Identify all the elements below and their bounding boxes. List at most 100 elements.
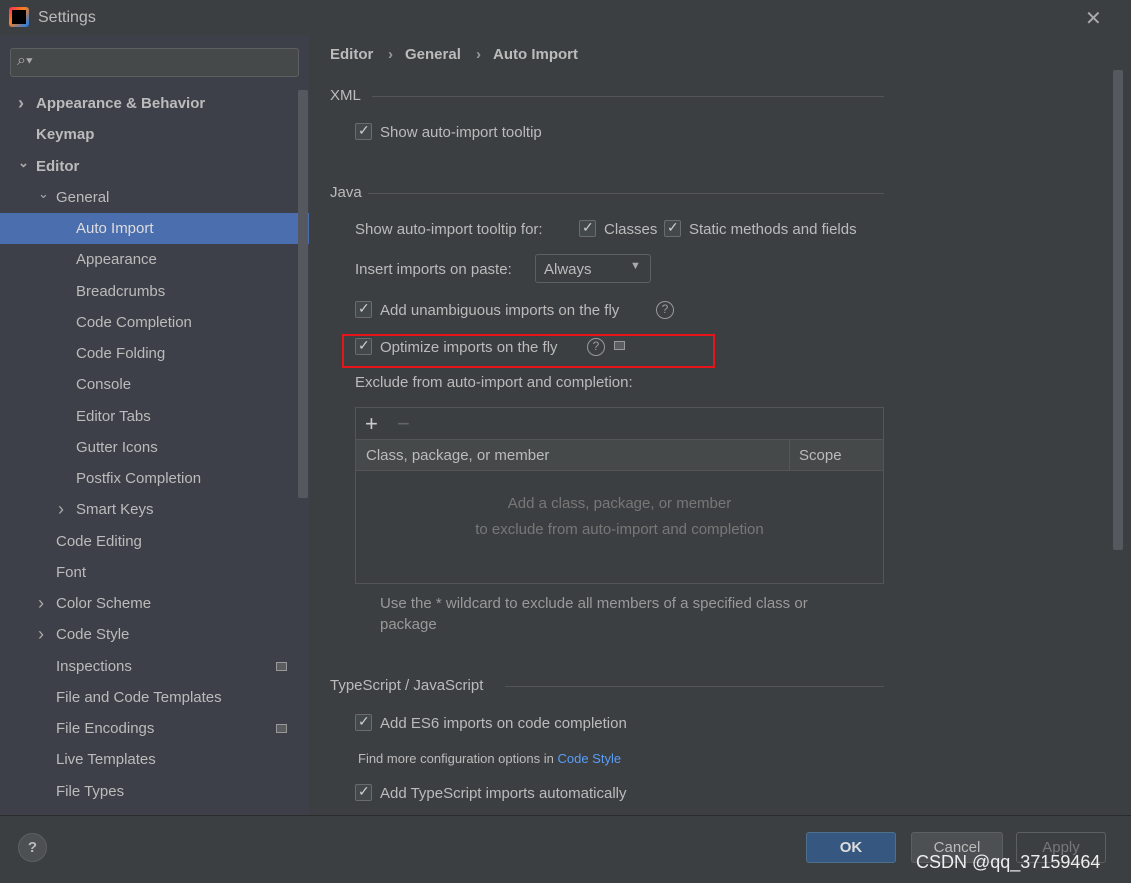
typescript-imports-checkbox[interactable] — [355, 783, 372, 801]
sidebar-item-label: Code Editing — [56, 532, 142, 550]
exclude-table: + − Class, package, or member Scope Add … — [355, 407, 884, 584]
sidebar-item-gutter-icons[interactable]: Gutter Icons — [0, 432, 309, 463]
chevron-down-icon[interactable]: ⌄ — [18, 147, 29, 178]
sidebar-item-general[interactable]: ⌄ General — [0, 182, 309, 213]
sidebar-item-code-editing[interactable]: Code Editing — [0, 526, 309, 557]
section-typescript: TypeScript / JavaScript — [330, 677, 484, 694]
sidebar-item-label: Keymap — [36, 126, 95, 144]
sidebar-item-breadcrumbs[interactable]: Breadcrumbs — [0, 276, 309, 307]
sidebar-item-code-folding[interactable]: Code Folding — [0, 338, 309, 369]
sidebar-item-auto-import[interactable]: Auto Import — [0, 213, 309, 244]
sidebar-item-font[interactable]: Font — [0, 557, 309, 588]
ok-button[interactable]: OK — [806, 832, 896, 863]
sidebar-item-label: File and Code Templates — [56, 688, 222, 706]
checkbox-label: Optimize imports on the fly — [380, 339, 558, 356]
sidebar-scrollbar[interactable] — [298, 90, 308, 498]
watermark: CSDN @qq_37159464 — [916, 852, 1101, 872]
code-style-link[interactable]: Code Style — [557, 751, 621, 766]
sidebar-item-console[interactable]: Console — [0, 369, 309, 400]
unambiguous-checkbox[interactable] — [355, 300, 372, 318]
breadcrumb-general[interactable]: General — [405, 46, 461, 63]
breadcrumb-editor[interactable]: Editor — [330, 46, 373, 63]
project-settings-icon — [614, 341, 625, 350]
sidebar-item-color-scheme[interactable]: › Color Scheme — [0, 588, 309, 619]
remove-icon[interactable]: − — [397, 411, 410, 437]
sidebar-item-code-style[interactable]: › Code Style — [0, 619, 309, 650]
exclude-label: Exclude from auto-import and completion: — [355, 374, 633, 391]
section-xml: XML — [330, 87, 361, 104]
content-scrollbar[interactable] — [1113, 70, 1123, 550]
tooltip-for-label: Show auto-import tooltip for: — [355, 221, 543, 238]
table-header: Class, package, or member Scope — [356, 440, 883, 471]
sidebar-item-inspections[interactable]: Inspections — [0, 651, 309, 682]
checkbox-label: Add ES6 imports on code completion — [380, 715, 627, 732]
sidebar-item-label: Code Completion — [76, 313, 192, 331]
breadcrumb-separator: › — [476, 46, 481, 63]
sidebar-item-code-completion[interactable]: Code Completion — [0, 307, 309, 338]
sidebar-item-postfix-completion[interactable]: Postfix Completion — [0, 463, 309, 494]
sidebar-item-label: Postfix Completion — [76, 470, 202, 487]
chevron-right-icon[interactable]: › — [18, 88, 24, 119]
sidebar-item-label: Auto Import — [76, 220, 154, 237]
checkbox-label: Add unambiguous imports on the fly — [380, 302, 620, 319]
column-header-member[interactable]: Class, package, or member — [366, 447, 549, 464]
sidebar-item-smart-keys[interactable]: › Smart Keys — [0, 494, 309, 525]
sidebar-item-label: Console — [76, 376, 132, 394]
divider — [505, 686, 884, 687]
sidebar-item-appearance[interactable]: Appearance — [0, 244, 309, 275]
add-icon[interactable]: + — [365, 411, 378, 437]
sidebar-item-file-encodings[interactable]: File Encodings — [0, 713, 309, 744]
sidebar-item-editor-tabs[interactable]: Editor Tabs — [0, 401, 309, 432]
sidebar-item-label: Appearance & Behavior — [36, 95, 206, 112]
dialog-footer: ? OK Cancel Apply CSDN @qq_37159464 — [0, 815, 1131, 883]
project-settings-icon — [276, 661, 287, 671]
intellij-logo-icon — [9, 7, 29, 27]
chevron-right-icon[interactable]: › — [38, 619, 44, 650]
search-icon: ⌕▾ — [17, 52, 33, 69]
optimize-imports-checkbox[interactable] — [355, 337, 372, 355]
sidebar-item-appearance-behavior[interactable]: › Appearance & Behavior — [0, 88, 309, 119]
sidebar-item-file-and-code-templates[interactable]: File and Code Templates — [0, 682, 309, 713]
divider — [372, 96, 884, 97]
dropdown-value: Always — [544, 261, 592, 278]
sidebar-item-label: Smart Keys — [76, 501, 154, 519]
sidebar-item-label: Editor Tabs — [76, 407, 151, 425]
chevron-down-icon[interactable]: ⌄ — [38, 178, 49, 209]
checkbox-label: Show auto-import tooltip — [380, 124, 542, 141]
chevron-right-icon[interactable]: › — [58, 494, 64, 525]
sidebar-item-keymap[interactable]: Keymap — [0, 119, 309, 150]
help-icon[interactable]: ? — [656, 301, 674, 319]
help-button[interactable]: ? — [18, 833, 47, 862]
sidebar-item-label: Code Folding — [76, 345, 166, 362]
hint-text: package — [380, 616, 437, 633]
sidebar-item-file-types[interactable]: File Types — [0, 776, 309, 807]
help-icon[interactable]: ? — [587, 338, 605, 356]
static-methods-checkbox[interactable] — [664, 219, 681, 237]
close-icon[interactable]: ✕ — [1085, 6, 1102, 31]
checkbox-label: Classes — [604, 221, 658, 238]
sidebar-item-label: File Types — [56, 782, 125, 800]
insert-imports-dropdown[interactable]: Always ▼ — [535, 254, 651, 283]
breadcrumb-auto-import: Auto Import — [493, 46, 578, 63]
sidebar-item-label: Appearance — [76, 251, 157, 269]
search-input[interactable]: ⌕▾ — [10, 48, 299, 77]
show-tooltip-checkbox[interactable] — [355, 122, 372, 140]
sidebar-item-label: Font — [56, 563, 87, 581]
hint-text: Use the * wildcard to exclude all member… — [380, 595, 808, 612]
sidebar-item-label: Live Templates — [56, 751, 156, 769]
es6-imports-checkbox[interactable] — [355, 713, 372, 731]
sidebar-item-live-templates[interactable]: Live Templates — [0, 744, 309, 775]
sidebar-item-label: Code Style — [56, 626, 130, 644]
project-settings-icon — [276, 724, 287, 733]
sidebar-item-label: General — [56, 188, 110, 206]
breadcrumb-separator: › — [388, 46, 393, 63]
chevron-right-icon[interactable]: › — [38, 588, 44, 619]
sidebar-item-label: Color Scheme — [56, 595, 152, 612]
window-title: Settings — [38, 9, 96, 26]
column-header-scope[interactable]: Scope — [799, 447, 842, 464]
checkbox-label: Add TypeScript imports automatically — [380, 785, 627, 802]
section-java: Java — [330, 184, 362, 201]
sidebar-item-label: Inspections — [56, 657, 132, 675]
chevron-down-icon: ▼ — [630, 260, 641, 272]
classes-checkbox[interactable] — [579, 219, 596, 237]
